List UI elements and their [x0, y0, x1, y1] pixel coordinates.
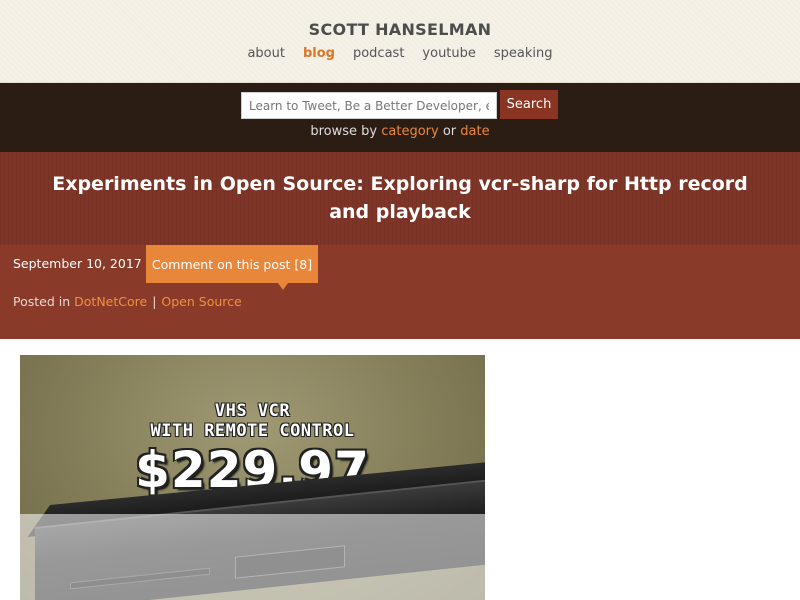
- image-caption-line1: VHS VCR: [214, 401, 291, 421]
- site-header: SCOTT HANSELMAN about blog podcast youtu…: [0, 0, 800, 83]
- search-bar: Search browse by category or date: [0, 83, 800, 152]
- browse-or: or: [442, 124, 457, 139]
- search-button[interactable]: Search: [500, 90, 558, 119]
- nav-blog[interactable]: blog: [303, 46, 335, 61]
- post-title-band: Experiments in Open Source: Exploring vc…: [0, 152, 800, 245]
- nav-youtube[interactable]: youtube: [422, 46, 475, 61]
- browse-prefix: browse by: [310, 124, 378, 139]
- nav-about[interactable]: about: [247, 46, 285, 61]
- post-meta: September 10, 2017 Comment on this post …: [0, 245, 800, 339]
- post-date: September 10, 2017: [13, 256, 142, 271]
- comment-link[interactable]: Comment on this post [8]: [146, 245, 318, 290]
- posted-in-label: Posted in: [13, 294, 71, 309]
- search-input[interactable]: [241, 92, 497, 119]
- post-title[interactable]: Experiments in Open Source: Exploring vc…: [30, 170, 770, 226]
- site-title[interactable]: SCOTT HANSELMAN: [0, 20, 800, 39]
- category-link-open-source[interactable]: Open Source: [161, 294, 241, 309]
- nav-speaking[interactable]: speaking: [494, 46, 553, 61]
- browse-date-link[interactable]: date: [460, 124, 489, 139]
- category-link-dotnetcore[interactable]: DotNetCore: [74, 294, 147, 309]
- browse-category-link[interactable]: category: [381, 124, 438, 139]
- nav-podcast[interactable]: podcast: [353, 46, 404, 61]
- main-nav: about blog podcast youtube speaking: [0, 46, 800, 61]
- browse-line: browse by category or date: [0, 124, 800, 139]
- category-separator: |: [152, 294, 157, 309]
- vcr-ad-image: VHS VCR WITH REMOTE CONTROL $229.97: [20, 355, 485, 600]
- posted-in: Posted in DotNetCore | Open Source: [13, 294, 242, 309]
- image-caption-line2: WITH REMOTE CONTROL: [150, 421, 355, 441]
